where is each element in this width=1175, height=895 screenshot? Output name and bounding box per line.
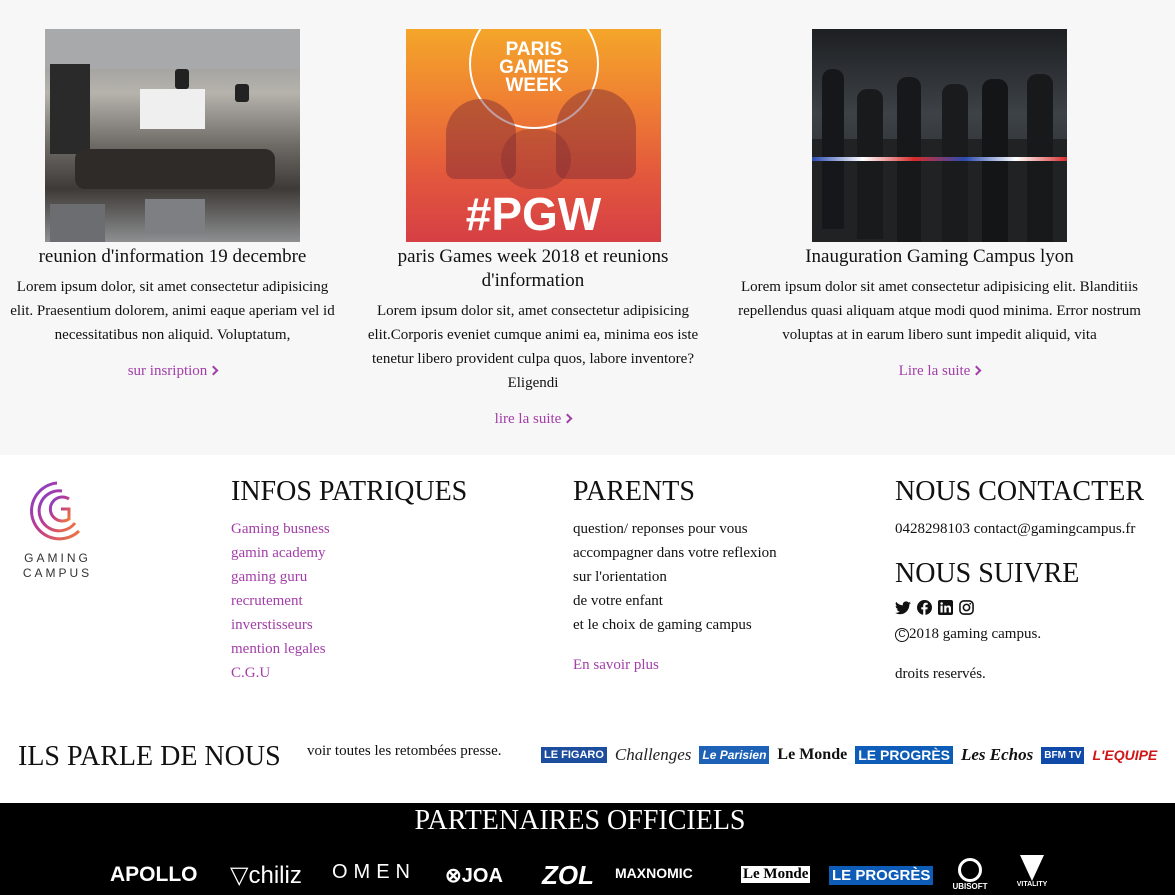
parents-line: question/ reponses pour vous: [573, 521, 748, 537]
partner-logo-maxnomic[interactable]: MAXNOMIC: [615, 865, 693, 881]
infos-links: Gaming busness gamin academy gaming guru…: [231, 517, 330, 685]
news-image-pgw[interactable]: PARIS GAMES WEEK #PGW: [406, 29, 661, 242]
social-icons: [895, 600, 974, 618]
press-logo-bfmtv[interactable]: BFM TV: [1041, 746, 1085, 764]
partner-logo-apollo[interactable]: APOLLO: [110, 863, 198, 887]
pgw-hashtag: #PGW: [465, 188, 602, 240]
parents-more-link[interactable]: En savoir plus: [573, 653, 777, 677]
footer-link[interactable]: gamin academy: [231, 541, 330, 565]
footer-link[interactable]: Gaming busness: [231, 517, 330, 541]
press-logo-challenges[interactable]: Challenges: [615, 745, 692, 765]
news-card: reunion d'information 19 decembre Lorem …: [0, 0, 345, 455]
twitter-icon[interactable]: [895, 601, 911, 615]
contact-phone[interactable]: 0428298103: [895, 521, 970, 537]
news-link-label: sur insription: [127, 363, 208, 379]
parents-line: et le choix de gaming campus: [573, 617, 752, 633]
news-card: PARIS GAMES WEEK #PGW paris Games week 2…: [355, 0, 711, 455]
parents-text: question/ reponses pour vous accompagner…: [573, 517, 777, 677]
chevron-right-icon: [971, 365, 982, 376]
news-link[interactable]: Lire la suite: [722, 363, 1157, 380]
parents-line: sur l'orientation: [573, 569, 667, 585]
brand-line2: CAMPUS: [22, 566, 93, 580]
chevron-right-icon: [562, 413, 573, 424]
parents-line: accompagner dans votre reflexion: [573, 545, 777, 561]
vitality-wasp-icon: [1020, 855, 1044, 881]
partner-logo-joa-text: JOA: [461, 865, 503, 887]
facebook-icon[interactable]: [917, 600, 932, 615]
partner-logo-omen[interactable]: OMEN: [332, 861, 416, 884]
parents-line: de votre enfant: [573, 593, 663, 609]
news-title: reunion d'information 19 decembre: [38, 246, 307, 267]
press-logo-figaro[interactable]: LE FIGARO: [541, 747, 607, 763]
news-image-reunion[interactable]: [45, 29, 300, 242]
contact-title: NOUS CONTACTER: [895, 476, 1144, 507]
press-logo-lequipe[interactable]: L'EQUIPE: [1092, 747, 1157, 763]
chevron-right-icon: [208, 365, 219, 376]
news-link[interactable]: sur insription: [0, 363, 345, 380]
news-link-label: lire la suite: [494, 411, 562, 427]
partner-logo-lemonde[interactable]: Le Monde: [741, 866, 811, 883]
press-logo-parisien[interactable]: Le Parisien: [699, 746, 770, 764]
partners-section: PARTENAIRES OFFICIELS APOLLO ▽chiliz OME…: [0, 803, 1175, 895]
instagram-icon[interactable]: [959, 600, 974, 615]
news-image-inauguration[interactable]: [812, 29, 1067, 242]
partners-title: PARTENAIRES OFFICIELS: [414, 805, 746, 836]
footer-link[interactable]: gaming guru: [231, 565, 330, 589]
press-all-link[interactable]: voir toutes les retombées presse.: [307, 743, 502, 760]
footer-link[interactable]: mention legales: [231, 637, 330, 661]
contact-info: 0428298103 contact@gamingcampus.fr: [895, 517, 1135, 541]
site-footer: GAMING CAMPUS INFOS PATRIQUES Gaming bus…: [0, 455, 1175, 803]
linkedin-icon[interactable]: [938, 600, 953, 615]
footer-link[interactable]: C.G.U: [231, 661, 330, 685]
chiliz-mark-icon: ▽: [230, 862, 249, 889]
infos-title: INFOS PATRIQUES: [231, 476, 468, 507]
footer-link[interactable]: inverstisseurs: [231, 613, 330, 637]
news-excerpt: Lorem ipsum dolor sit, amet consectetur …: [367, 303, 699, 391]
gaming-campus-icon: [30, 481, 81, 541]
press-logos: LE FIGARO Challenges Le Parisien Le Mond…: [541, 745, 1161, 769]
brand-line1: GAMING: [24, 551, 91, 565]
partner-logo-ubisoft[interactable]: UBISOFT: [950, 858, 990, 891]
news-card: Inauguration Gaming Campus lyon Lorem ip…: [722, 0, 1157, 455]
press-logo-lemonde[interactable]: Le Monde: [777, 746, 847, 764]
joa-mark-icon: ⊗: [445, 865, 462, 887]
news-section: reunion d'information 19 decembre Lorem …: [0, 0, 1175, 455]
news-excerpt: Lorem ipsum dolor, sit amet consectetur …: [10, 279, 335, 343]
partner-logo-vitality-text: VITALITY: [1016, 881, 1048, 888]
news-title: Inauguration Gaming Campus lyon: [805, 246, 1074, 267]
rights-text: droits reservés.: [895, 666, 986, 682]
press-logo-lesechos[interactable]: Les Echos: [961, 745, 1033, 765]
news-title: paris Games week 2018 et reunions d'info…: [397, 246, 669, 291]
partner-logo-zol[interactable]: ZOL: [542, 860, 594, 891]
partner-logo-chiliz[interactable]: ▽chiliz: [230, 861, 302, 890]
contact-email[interactable]: contact@gamingcampus.fr: [974, 521, 1136, 537]
copyright: C 2018 gaming campus.: [895, 622, 1041, 646]
pgw-title: PARIS GAMES WEEK: [499, 39, 569, 96]
news-excerpt: Lorem ipsum dolor sit amet consectetur a…: [738, 279, 1141, 343]
press-logo-leprogres[interactable]: LE PROGRÈS: [855, 746, 953, 764]
copyright-text: 2018 gaming campus.: [909, 626, 1042, 642]
news-link-label: Lire la suite: [898, 363, 971, 379]
partner-logo-chiliz-text: chiliz: [248, 862, 302, 889]
footer-link[interactable]: recrutement: [231, 589, 330, 613]
partner-logo-ubisoft-text: UBISOFT: [952, 882, 988, 891]
copyright-icon: C: [895, 628, 909, 642]
gaming-campus-logo[interactable]: GAMING CAMPUS: [5, 475, 110, 580]
partner-logo-vitality[interactable]: VITALITY: [1015, 855, 1049, 888]
parents-title: PARENTS: [573, 476, 695, 507]
follow-title: NOUS SUIVRE: [895, 558, 1080, 589]
news-link[interactable]: lire la suite: [355, 411, 711, 428]
press-title: ILS PARLE DE NOUS: [18, 741, 281, 772]
ubisoft-swirl-icon: [958, 858, 982, 882]
partner-logo-leprogres[interactable]: LE PROGRÈS: [829, 866, 934, 885]
partner-logo-joa[interactable]: ⊗JOA: [445, 863, 503, 888]
